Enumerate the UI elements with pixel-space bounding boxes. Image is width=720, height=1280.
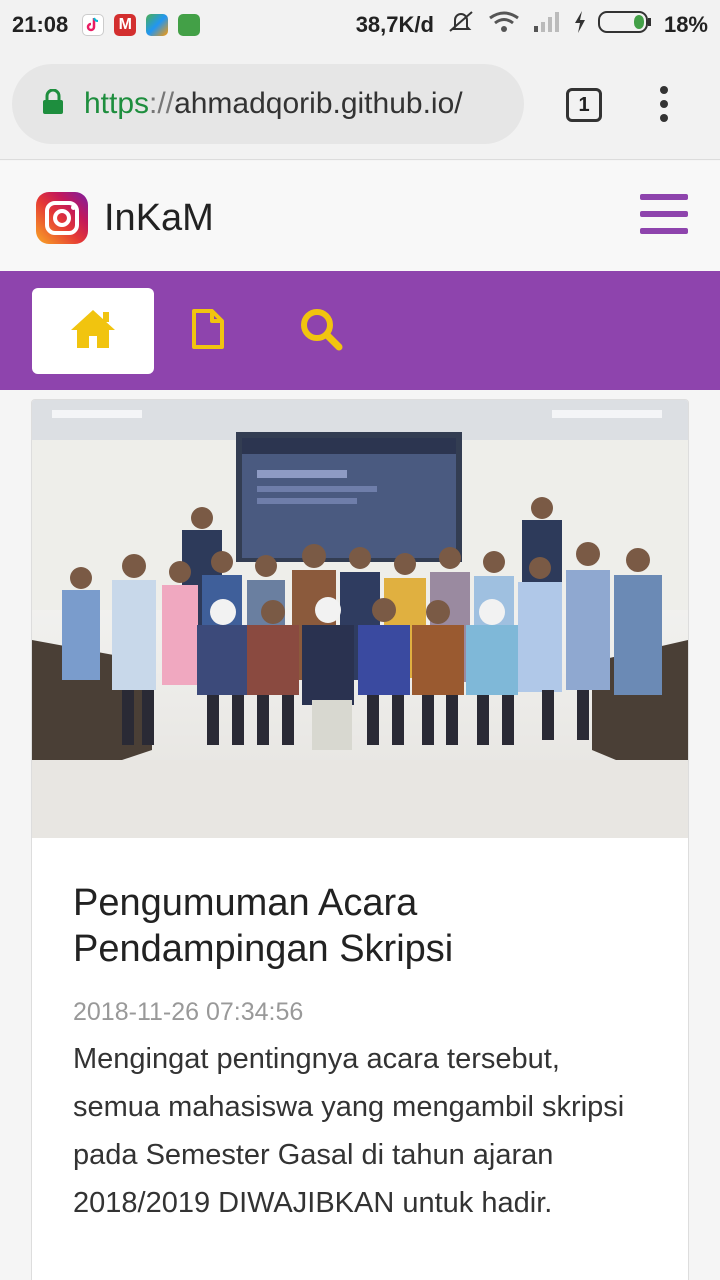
charging-icon (574, 11, 586, 39)
game-notification-icon (178, 14, 201, 36)
instagram-logo-icon[interactable] (36, 192, 88, 244)
url-separator: :// (149, 87, 175, 120)
post-content: Pengumuman Acara Pendampingan Skripsi 20… (73, 880, 653, 1227)
post-photo[interactable] (32, 400, 688, 838)
nav-search[interactable] (260, 288, 382, 374)
nav-home[interactable] (32, 288, 154, 374)
app-notification-icon (146, 14, 169, 36)
battery-level: 18% (663, 12, 708, 37)
hamburger-menu-icon[interactable] (640, 194, 688, 238)
post-excerpt: Mengingat pentingnya acara tersebut, sem… (73, 1043, 625, 1219)
network-speed: 38,7K/d (355, 12, 434, 37)
site-header: InKaM (0, 161, 720, 271)
status-bar: 21:08 M 38,7K/d 18% (0, 0, 720, 50)
mute-icon (446, 9, 476, 41)
wifi-icon (488, 10, 520, 40)
document-icon (191, 308, 225, 355)
browser-toolbar: https://ahmadqorib.github.io/ 1 (0, 50, 720, 160)
search-icon (299, 307, 343, 356)
home-icon (69, 308, 117, 355)
tab-switcher-button[interactable]: 1 (566, 88, 602, 122)
url-host: ahmadqorib.github.io/ (174, 87, 463, 120)
lock-icon (42, 88, 64, 120)
signal-icon (532, 10, 562, 40)
site-navbar (0, 271, 720, 390)
nav-documents[interactable] (147, 288, 269, 374)
post-card[interactable]: Pengumuman Acara Pendampingan Skripsi 20… (31, 399, 689, 1280)
mail-notification-icon: M (114, 14, 137, 36)
post-date: 2018-11-26 07:34:56 (73, 998, 304, 1026)
tiktok-notification-icon (82, 14, 105, 36)
url-scheme: https (84, 87, 150, 120)
url-text: https://ahmadqorib.github.io/ (84, 87, 463, 121)
address-bar[interactable]: https://ahmadqorib.github.io/ (12, 64, 524, 144)
post-title[interactable]: Pengumuman Acara Pendampingan Skripsi (73, 880, 653, 972)
battery-icon (597, 10, 652, 40)
status-time: 21:08 (12, 12, 69, 37)
site-brand[interactable]: InKaM (104, 197, 214, 240)
browser-menu-icon[interactable] (656, 86, 672, 126)
